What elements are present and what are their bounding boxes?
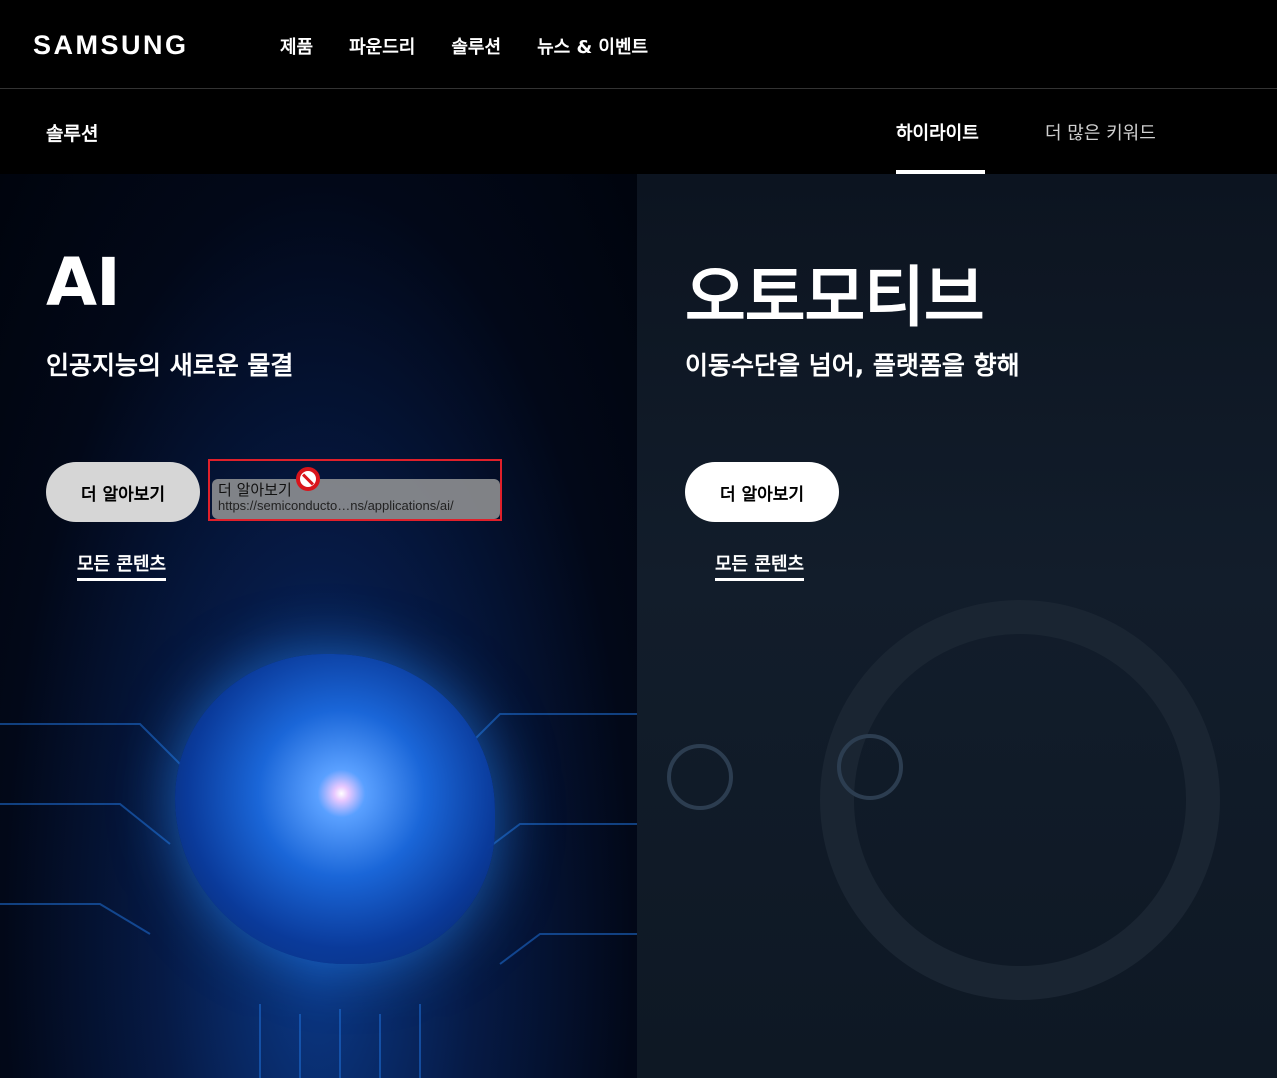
- speedometer-gauge-image: [667, 744, 733, 810]
- tab-highlights[interactable]: 하이라이트: [896, 119, 979, 145]
- main-menu: 제품 파운드리 솔루션 뉴스 & 이벤트: [280, 33, 648, 59]
- steering-wheel-image: [820, 600, 1220, 1000]
- sub-nav: 솔루션 하이라이트 더 많은 키워드: [0, 90, 1277, 174]
- automotive-learn-more-button[interactable]: 더 알아보기: [685, 462, 839, 522]
- automotive-all-content-link[interactable]: 모든 콘텐츠: [715, 550, 805, 581]
- ai-panel: AI 인공지능의 새로운 물결 더 알아보기 모든 콘텐츠: [0, 174, 637, 1078]
- automotive-subtitle: 이동수단을 넘어, 플랫폼을 향해: [685, 351, 1020, 380]
- tachometer-gauge-image: [837, 734, 903, 800]
- automotive-panel: 오토모티브 이동수단을 넘어, 플랫폼을 향해 더 알아보기 모든 콘텐츠: [637, 174, 1277, 1078]
- menu-item-products[interactable]: 제품: [280, 33, 313, 59]
- global-nav: SAMSUNG 제품 파운드리 솔루션 뉴스 & 이벤트: [0, 0, 1277, 89]
- menu-item-foundry[interactable]: 파운드리: [349, 33, 415, 59]
- no-drop-icon: [296, 467, 320, 491]
- menu-item-news-events[interactable]: 뉴스 & 이벤트: [537, 33, 648, 59]
- samsung-logo[interactable]: SAMSUNG: [33, 30, 189, 61]
- ai-title: AI: [46, 244, 121, 321]
- drag-ghost-url: https://semiconducto…ns/applications/ai/: [218, 498, 454, 513]
- ai-subtitle: 인공지능의 새로운 물결: [46, 351, 294, 380]
- menu-item-solutions[interactable]: 솔루션: [451, 33, 501, 59]
- ai-learn-more-button[interactable]: 더 알아보기: [46, 462, 200, 522]
- tab-more-keywords[interactable]: 더 많은 키워드: [1045, 119, 1156, 145]
- drag-ghost-label: 더 알아보기: [218, 481, 292, 499]
- automotive-title: 오토모티브: [685, 259, 985, 336]
- ai-all-content-link[interactable]: 모든 콘텐츠: [77, 550, 167, 581]
- drag-ghost-preview: 더 알아보기 https://semiconducto…ns/applicati…: [208, 459, 502, 521]
- sub-nav-title: 솔루션: [46, 123, 99, 145]
- drag-ghost-content: 더 알아보기 https://semiconducto…ns/applicati…: [212, 479, 500, 519]
